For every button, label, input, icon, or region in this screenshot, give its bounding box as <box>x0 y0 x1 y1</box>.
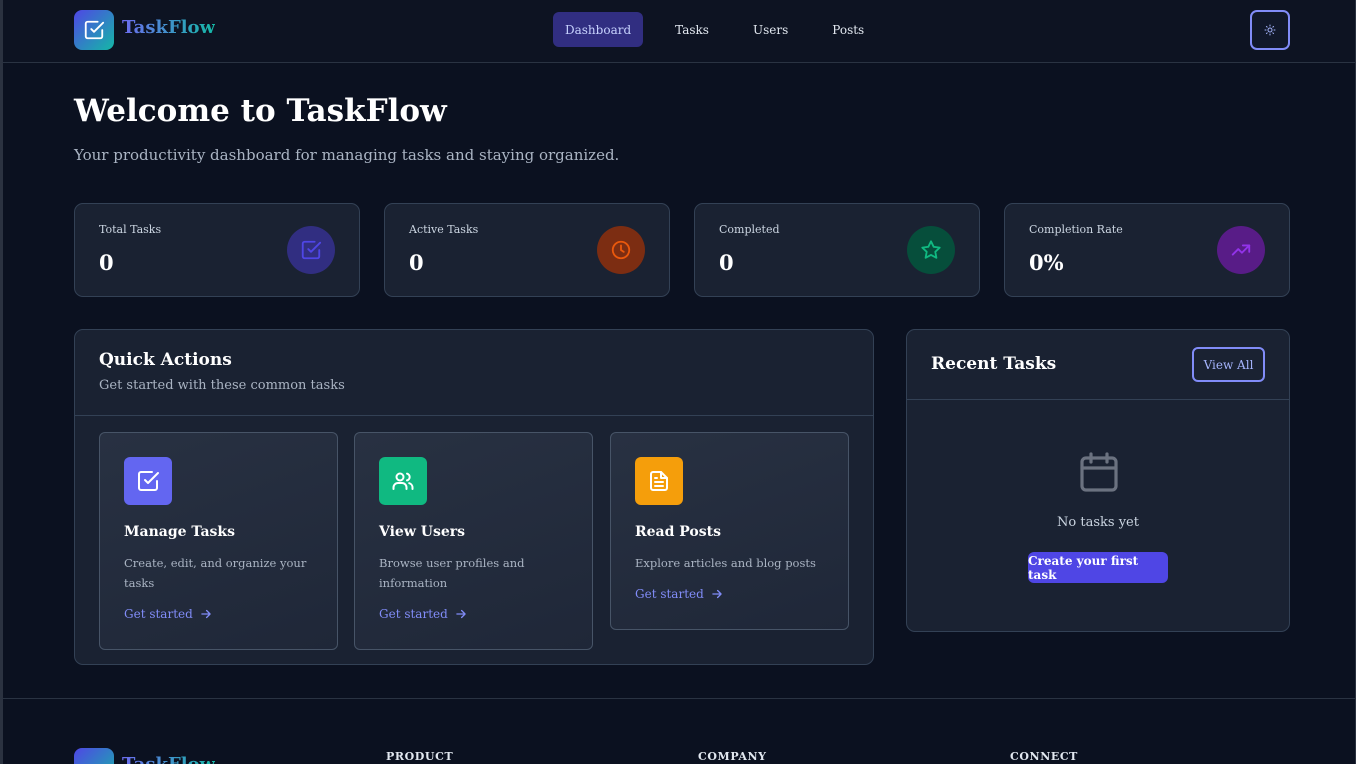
card-description: Create, edit, and organize your tasks <box>124 556 307 590</box>
view-all-button[interactable]: View All <box>1192 347 1265 382</box>
arrow-right-icon <box>201 609 211 619</box>
create-first-task-button[interactable]: Create your first task <box>1028 552 1168 583</box>
nav-tasks[interactable]: Tasks <box>663 12 721 47</box>
logo-icon[interactable] <box>74 10 114 50</box>
check-square-icon <box>287 226 335 274</box>
link-label: Get started <box>124 607 193 621</box>
quick-actions-panel: Quick Actions Get started with these com… <box>74 329 874 665</box>
stat-label: Active Tasks <box>409 223 479 236</box>
arrow-right-icon <box>456 609 466 619</box>
get-started-link[interactable]: Get started <box>124 607 213 621</box>
page-subtitle: Your productivity dashboard for managing… <box>74 146 620 164</box>
quick-actions-title: Quick Actions <box>99 350 232 370</box>
trending-up-icon <box>1217 226 1265 274</box>
quick-action-read-posts[interactable]: Read Posts Explore articles and blog pos… <box>610 432 849 630</box>
stat-card-active-tasks: Active Tasks 0 <box>384 203 670 297</box>
calendar-icon <box>1075 448 1123 500</box>
stat-label: Completion Rate <box>1029 223 1123 236</box>
users-icon <box>379 457 427 505</box>
quick-actions-description: Get started with these common tasks <box>99 378 345 393</box>
footer-heading-connect: CONNECT <box>1010 750 1078 763</box>
document-icon <box>635 457 683 505</box>
footer-logo-icon[interactable] <box>74 748 114 764</box>
card-description: Browse user profiles and information <box>379 556 525 590</box>
card-description: Explore articles and blog posts <box>635 556 816 570</box>
quick-actions-header: Quick Actions Get started with these com… <box>75 330 873 416</box>
footer: TaskFlow PRODUCT COMPANY CONNECT <box>3 698 1355 764</box>
top-navbar: TaskFlow Dashboard Tasks Users Posts <box>3 0 1355 63</box>
link-label: Get started <box>635 587 704 601</box>
card-title: View Users <box>379 524 466 540</box>
footer-brand-name[interactable]: TaskFlow <box>122 754 215 764</box>
stat-card-total-tasks: Total Tasks 0 <box>74 203 360 297</box>
nav-dashboard[interactable]: Dashboard <box>553 12 644 47</box>
empty-state-text: No tasks yet <box>1057 515 1139 530</box>
get-started-link[interactable]: Get started <box>379 607 468 621</box>
stat-value: 0% <box>1029 250 1064 275</box>
quick-action-manage-tasks[interactable]: Manage Tasks Create, edit, and organize … <box>99 432 338 650</box>
footer-heading-company: COMPANY <box>698 750 767 763</box>
footer-heading-product: PRODUCT <box>386 750 454 763</box>
clock-icon <box>597 226 645 274</box>
brand-name[interactable]: TaskFlow <box>122 17 215 38</box>
stat-label: Total Tasks <box>99 223 162 236</box>
nav-users[interactable]: Users <box>741 12 800 47</box>
check-square-icon <box>124 457 172 505</box>
stat-value: 0 <box>99 250 114 275</box>
link-label: Get started <box>379 607 448 621</box>
main-nav: Dashboard Tasks Users Posts <box>553 12 896 47</box>
card-title: Read Posts <box>635 524 721 540</box>
recent-tasks-panel: Recent Tasks View All No tasks yet Creat… <box>906 329 1290 632</box>
star-icon <box>907 226 955 274</box>
quick-action-view-users[interactable]: View Users Browse user profiles and info… <box>354 432 593 650</box>
recent-tasks-header: Recent Tasks View All <box>907 330 1289 400</box>
stat-value: 0 <box>719 250 734 275</box>
arrow-right-icon <box>712 589 722 599</box>
stat-card-completed: Completed 0 <box>694 203 980 297</box>
stat-card-completion-rate: Completion Rate 0% <box>1004 203 1290 297</box>
card-title: Manage Tasks <box>124 524 236 540</box>
nav-posts[interactable]: Posts <box>820 12 876 47</box>
theme-toggle-button[interactable] <box>1250 10 1290 50</box>
recent-tasks-title: Recent Tasks <box>931 354 1057 374</box>
get-started-link[interactable]: Get started <box>635 587 724 601</box>
sun-icon <box>1264 24 1276 36</box>
stat-value: 0 <box>409 250 424 275</box>
page-title: Welcome to TaskFlow <box>74 93 447 129</box>
stat-label: Completed <box>719 223 780 236</box>
